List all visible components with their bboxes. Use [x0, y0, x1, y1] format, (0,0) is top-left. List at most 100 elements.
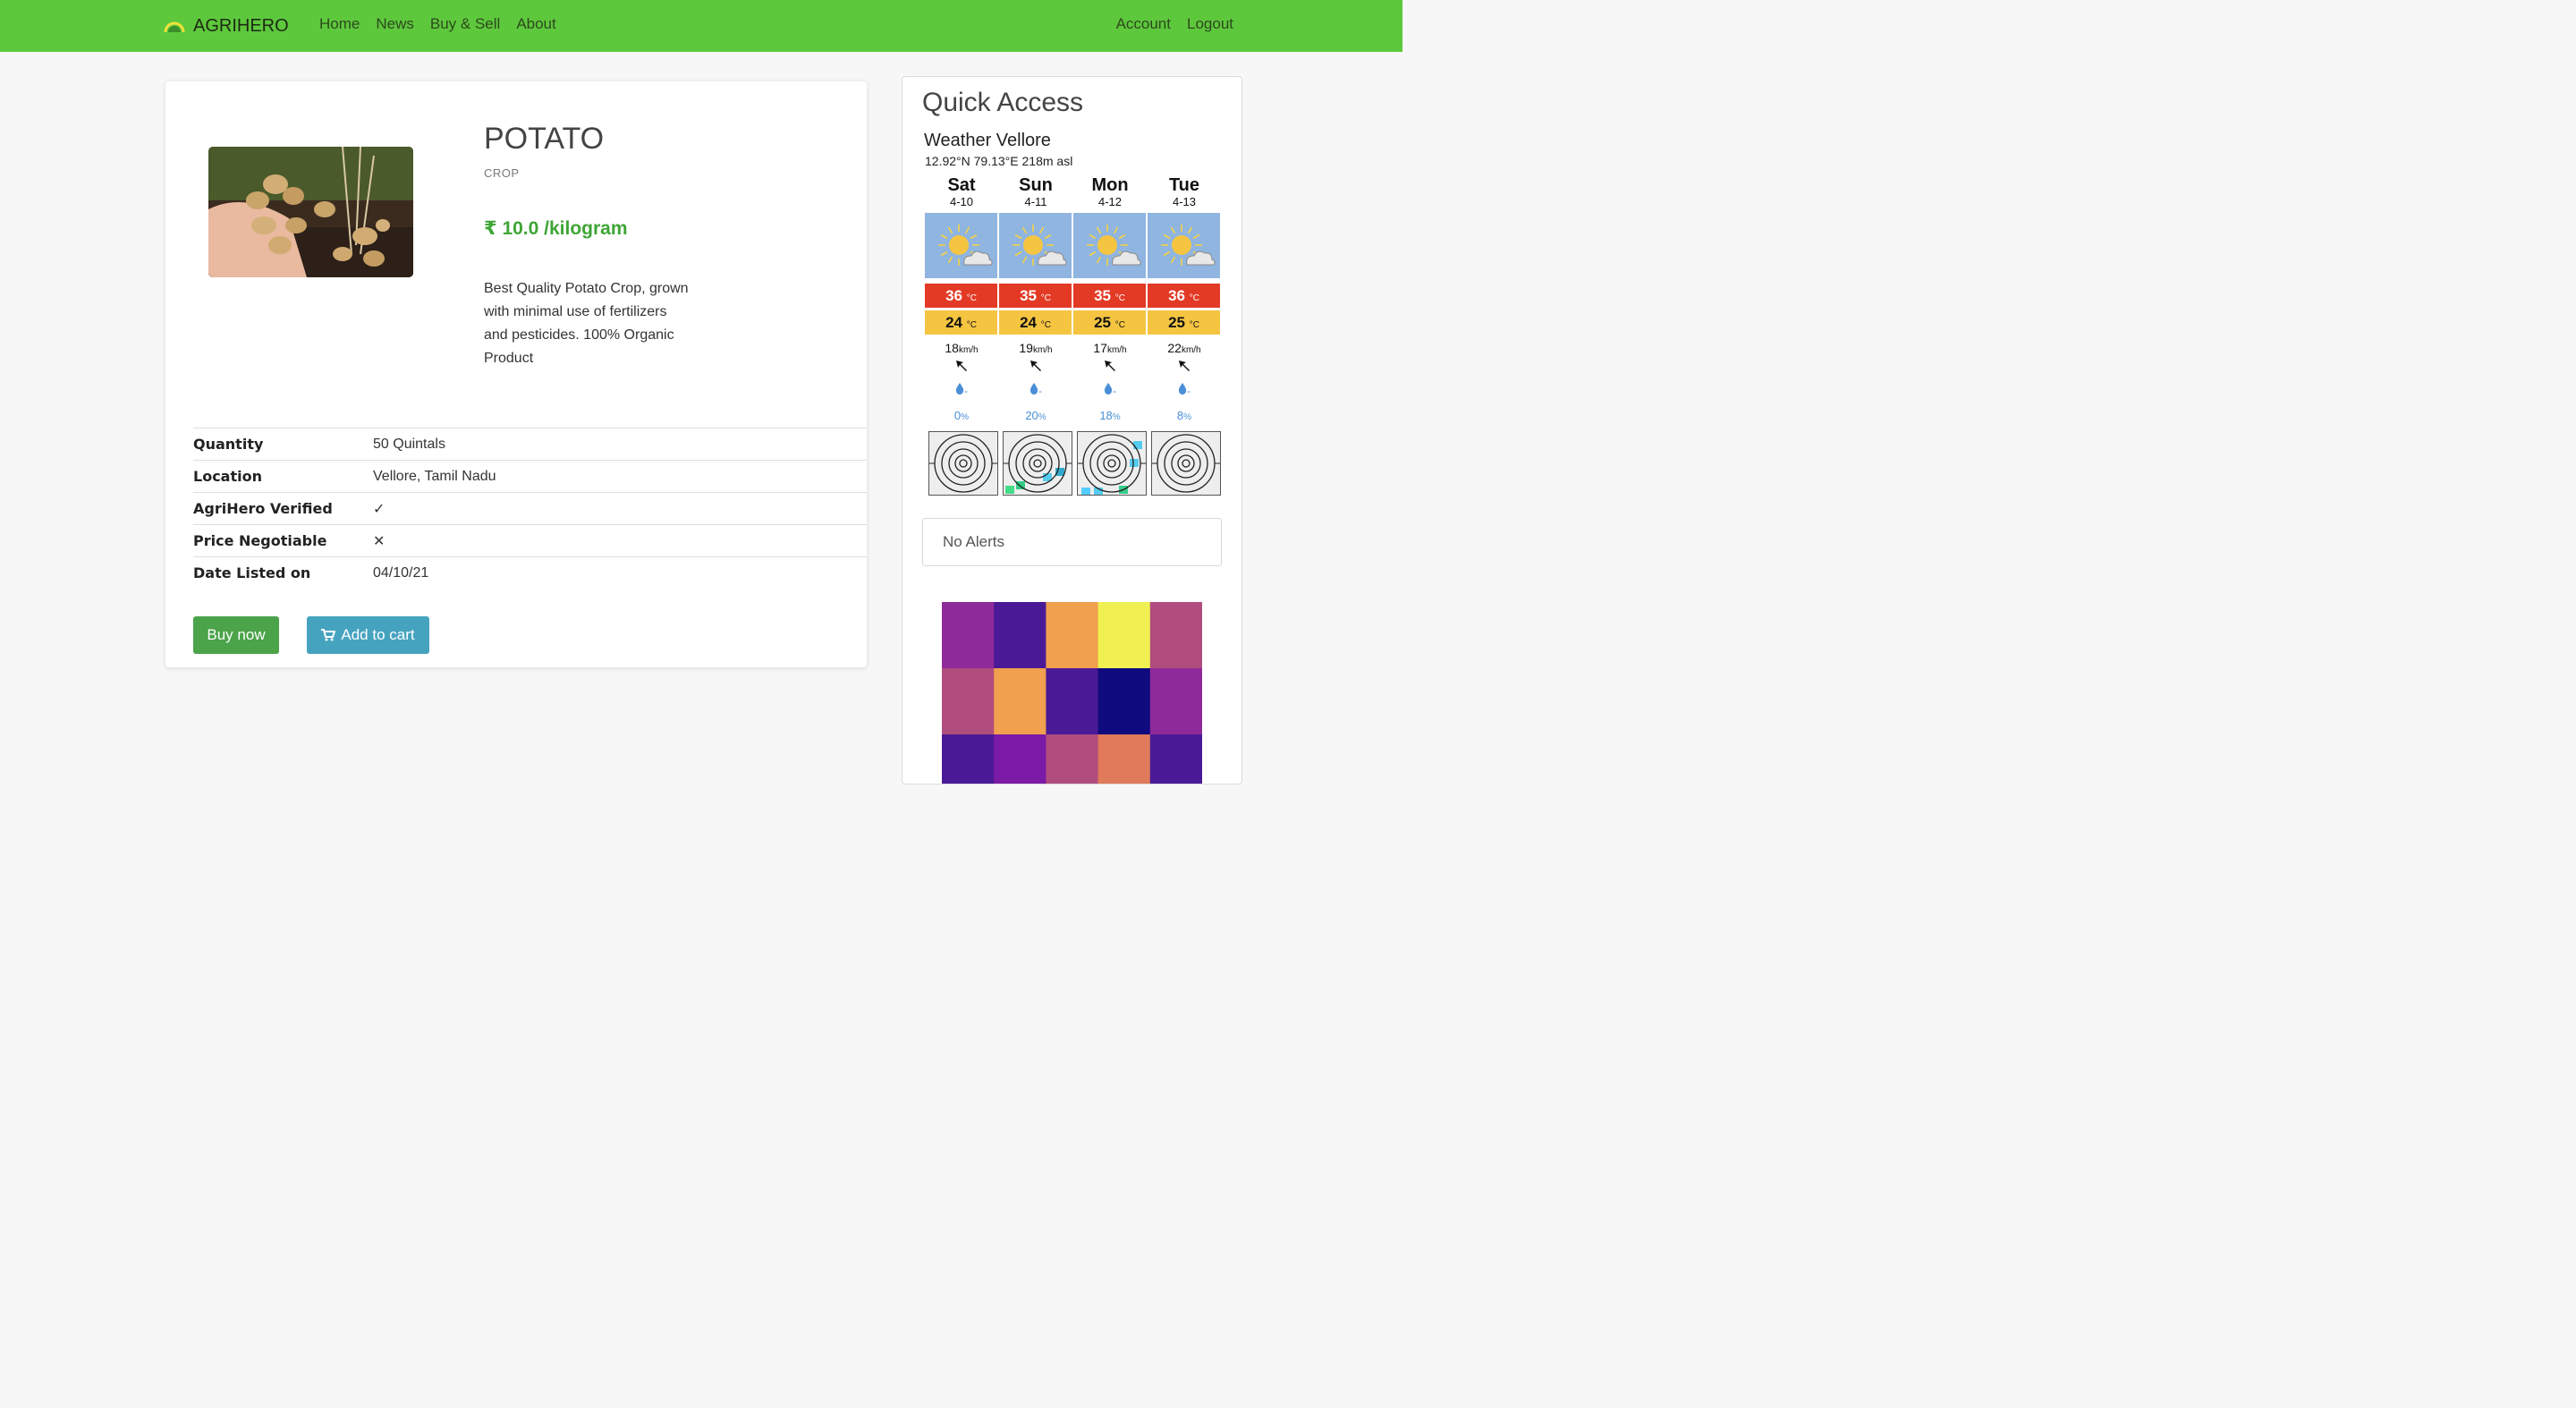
product-image: [208, 147, 413, 277]
detail-key: Location: [193, 468, 262, 485]
heatmap-grid: [942, 602, 1202, 784]
raindrop-icon: [1030, 383, 1038, 394]
detail-value: Vellore, Tamil Nadu: [373, 468, 496, 484]
nav-account-link[interactable]: Account: [1116, 15, 1171, 33]
heatmap-cell: [1149, 668, 1202, 735]
detail-value: ✓: [373, 501, 386, 517]
temp-max: 36 °C: [925, 284, 997, 308]
precip-probability: 18%: [1099, 409, 1121, 422]
heatmap-cell: [942, 734, 995, 784]
top-navbar: AGRIHERO Home News Buy & Sell About Acco…: [0, 0, 1402, 52]
raindrop-icon: [955, 383, 964, 394]
temp-max: 35 °C: [1073, 284, 1146, 308]
heatmap-cell: [1097, 668, 1151, 735]
add-to-cart-button[interactable]: Add to cart: [307, 616, 429, 654]
temp-min: 24 °C: [925, 310, 997, 335]
heatmap-cell: [942, 602, 995, 669]
radar-map: [1003, 431, 1072, 496]
wind-direction-icon: [999, 360, 1072, 377]
wind-speed: 19km/h: [1019, 341, 1053, 355]
add-to-cart-label: Add to cart: [341, 626, 415, 643]
weather-day-name: Mon: [1091, 175, 1129, 195]
weather-day-header: Sat 4-10: [925, 175, 998, 209]
detail-value: ✕: [373, 533, 386, 549]
detail-key: AgriHero Verified: [193, 500, 333, 517]
product-category: CROP: [484, 166, 520, 180]
alerts-box: No Alerts: [922, 518, 1222, 566]
weather-day-date: 4-13: [1172, 195, 1197, 208]
detail-value: 04/10/21: [373, 564, 429, 581]
wind-direction-icon: [1148, 360, 1221, 377]
heatmap-cell: [994, 602, 1046, 669]
heatmap-cell: [1046, 602, 1099, 669]
table-row: Location Vellore, Tamil Nadu: [193, 460, 867, 493]
nav-logout-link[interactable]: Logout: [1187, 15, 1233, 33]
precip-amount: -: [1148, 383, 1221, 397]
weather-title: Weather Vellore: [924, 131, 1051, 150]
quick-access-panel: Quick Access Weather Vellore 12.92°N 79.…: [902, 76, 1242, 785]
weather-day-date: 4-12: [1097, 195, 1123, 208]
product-price: ₹ 10.0 /kilogram: [484, 218, 628, 239]
precip-amount: -: [1073, 383, 1147, 397]
partly-cloudy-sun-icon: [1148, 213, 1220, 278]
radar-map: [928, 431, 998, 496]
weather-day-header: Mon 4-12: [1073, 175, 1147, 209]
wind-speed: 18km/h: [945, 341, 979, 355]
alerts-text: No Alerts: [943, 533, 1004, 550]
shopping-cart-icon: [321, 629, 336, 641]
heatmap-cell: [1149, 734, 1202, 784]
quick-access-title: Quick Access: [922, 88, 1084, 117]
heatmap-cell: [942, 668, 995, 735]
detail-value: 50 Quintals: [373, 436, 445, 452]
precip-amount: -: [925, 383, 998, 397]
partly-cloudy-sun-icon: [925, 213, 997, 278]
precip-probability: 8%: [1176, 409, 1192, 422]
table-row: AgriHero Verified ✓: [193, 492, 867, 525]
buy-now-button[interactable]: Buy now: [193, 616, 279, 654]
precip-amount: -: [999, 383, 1072, 397]
nav-home-link[interactable]: Home: [319, 15, 360, 33]
table-row: Quantity 50 Quintals: [193, 428, 867, 461]
brand-link[interactable]: AGRIHERO: [163, 13, 289, 38]
product-description: Best Quality Potato Crop, grown with min…: [484, 281, 689, 366]
temp-min: 25 °C: [1073, 310, 1146, 335]
weather-day-date: 4-11: [1024, 195, 1047, 208]
raindrop-icon: [1104, 383, 1113, 394]
wind-direction-icon: [1073, 360, 1147, 377]
product-card: POTATO CROP ₹ 10.0 /kilogram Best Qualit…: [165, 81, 867, 667]
weather-day-name: Sun: [1019, 175, 1053, 195]
product-title: POTATO: [484, 122, 605, 156]
raindrop-icon: [1178, 383, 1187, 394]
heatmap-cell: [1046, 668, 1099, 735]
detail-key: Quantity: [193, 436, 264, 453]
weather-day-name: Sat: [947, 175, 976, 195]
precip-probability: 20%: [1025, 409, 1046, 422]
table-row: Date Listed on 04/10/21: [193, 556, 867, 589]
partly-cloudy-sun-icon: [999, 213, 1072, 278]
heatmap-cell: [1097, 734, 1151, 784]
nav-buy-sell-link[interactable]: Buy & Sell: [430, 15, 500, 33]
heatmap-cell: [994, 734, 1046, 784]
nav-news-link[interactable]: News: [376, 15, 414, 33]
table-row: Price Negotiable ✕: [193, 524, 867, 557]
heatmap-cell: [994, 668, 1046, 735]
temp-max: 35 °C: [999, 284, 1072, 308]
weather-day-header: Tue 4-13: [1148, 175, 1221, 209]
temp-max: 36 °C: [1148, 284, 1220, 308]
wind-speed: 17km/h: [1093, 341, 1127, 355]
weather-day-date: 4-10: [949, 195, 974, 208]
weather-coords: 12.92°N 79.13°E 218m asl: [925, 154, 1073, 168]
buy-now-label: Buy now: [207, 626, 266, 643]
potato-photo: [208, 147, 413, 277]
temp-min: 24 °C: [999, 310, 1072, 335]
brand-name: AGRIHERO: [193, 15, 289, 36]
wind-direction-icon: [925, 360, 998, 377]
radar-map: [1151, 431, 1221, 496]
detail-key: Price Negotiable: [193, 532, 327, 549]
nav-about-link[interactable]: About: [516, 15, 555, 33]
precip-probability: 0%: [953, 409, 970, 422]
partly-cloudy-sun-icon: [1073, 213, 1146, 278]
radar-map: [1077, 431, 1147, 496]
temp-min: 25 °C: [1148, 310, 1220, 335]
detail-key: Date Listed on: [193, 564, 311, 581]
